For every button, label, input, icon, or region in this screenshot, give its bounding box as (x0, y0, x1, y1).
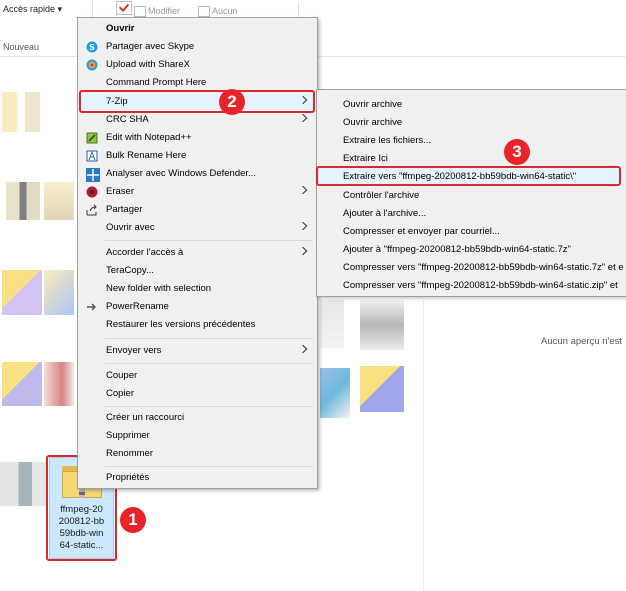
chevron-right-icon (298, 185, 308, 195)
menu-item-powerrename[interactable]: PowerRename (79, 298, 316, 316)
menu-item-teracopy[interactable]: TeraCopy... (79, 262, 316, 280)
quick-access-button[interactable]: Accès rapide ▾ (3, 4, 62, 15)
preview-pane-divider (423, 300, 424, 591)
blurred-file-icon (320, 300, 344, 348)
annotation-box-extract-to (316, 166, 621, 186)
blurred-file-icon (44, 270, 74, 315)
blurred-file-icon (320, 368, 350, 418)
blurred-file-icon (44, 182, 74, 220)
submenu-item-test-archive[interactable]: Contrôler l'archive (318, 186, 626, 204)
submenu-item-open-archive-2[interactable]: Ouvrir archive (318, 113, 626, 131)
submenu-item-extract-files[interactable]: Extraire les fichiers... (318, 131, 626, 149)
annotation-box-7zip (79, 90, 315, 113)
select-none-icon (198, 6, 210, 17)
menu-item-open-with[interactable]: Ouvrir avec (79, 219, 316, 237)
menu-item-send-to[interactable]: Envoyer vers (79, 342, 316, 360)
menu-item-open[interactable]: Ouvrir (79, 20, 316, 38)
menu-item-create-shortcut[interactable]: Créer un raccourci (79, 409, 316, 427)
blurred-file-icon (0, 462, 46, 506)
menu-item-new-folder-selection[interactable]: New folder with selection (79, 280, 316, 298)
checkbox-icon[interactable] (116, 1, 132, 15)
blurred-file-icon (44, 362, 74, 406)
menu-item-rename[interactable]: Renommer (79, 445, 316, 463)
menu-item-share-skype[interactable]: S Partager avec Skype (79, 38, 316, 56)
annotation-badge-1: 1 (120, 507, 146, 533)
menu-separator (105, 466, 313, 467)
powerrename-icon (86, 301, 98, 313)
eraser-icon (86, 186, 98, 198)
menu-item-copy[interactable]: Copier (79, 385, 316, 403)
skype-icon: S (86, 41, 98, 53)
menu-item-notepad[interactable]: Edit with Notepad++ (79, 129, 316, 147)
bulk-rename-icon (86, 150, 98, 162)
menu-separator (105, 363, 313, 364)
defender-icon (86, 168, 100, 182)
submenu-item-compress-zip-email[interactable]: Compresser vers "ffmpeg-20200812-bb59bdb… (318, 276, 626, 294)
svg-text:S: S (89, 43, 95, 52)
menu-separator (105, 338, 313, 339)
blurred-file-icon (360, 366, 404, 412)
menu-item-defender[interactable]: Analyser avec Windows Defender... (79, 165, 316, 183)
sharex-icon (86, 59, 98, 71)
submenu-item-open-archive[interactable]: Ouvrir archive (318, 95, 626, 113)
notepad-icon (86, 132, 98, 144)
chevron-right-icon (298, 246, 308, 256)
blurred-file-icon (6, 182, 40, 220)
submenu-item-add-to-archive[interactable]: Ajouter à l'archive... (318, 204, 626, 222)
annotation-badge-3: 3 (504, 139, 530, 165)
menu-item-bulk-rename[interactable]: Bulk Rename Here (79, 147, 316, 165)
menu-separator (105, 406, 313, 407)
menu-item-sharex[interactable]: Upload with ShareX (79, 56, 316, 74)
submenu-item-extract-here[interactable]: Extraire Ici (318, 149, 626, 167)
submenu-item-compress-7z-email[interactable]: Compresser vers "ffmpeg-20200812-bb59bdb… (318, 258, 626, 276)
edit-icon (134, 6, 146, 17)
menu-item-eraser[interactable]: Eraser (79, 183, 316, 201)
submenu-7zip: Ouvrir archive Ouvrir archive Extraire l… (316, 89, 626, 297)
modifier-button[interactable]: Modifier (148, 6, 180, 16)
menu-item-grant-access[interactable]: Accorder l'accès à (79, 244, 316, 262)
menu-item-restore-versions[interactable]: Restaurer les versions précédentes (79, 316, 316, 334)
blurred-file-icon (360, 300, 404, 350)
ribbon-group-new-label: Nouveau (3, 42, 40, 52)
submenu-item-add-to-7z[interactable]: Ajouter à "ffmpeg-20200812-bb59bdb-win64… (318, 240, 626, 258)
blurred-file-icon (2, 362, 42, 406)
chevron-right-icon (298, 113, 308, 123)
menu-item-cut[interactable]: Couper (79, 367, 316, 385)
menu-item-properties[interactable]: Propriétés (79, 469, 316, 487)
menu-item-share[interactable]: Partager (79, 201, 316, 219)
share-icon (86, 204, 98, 216)
submenu-item-compress-email[interactable]: Compresser et envoyer par courriel... (318, 222, 626, 240)
blurred-file-icon (2, 270, 42, 315)
annotation-badge-2: 2 (219, 89, 245, 115)
chevron-right-icon (298, 344, 308, 354)
menu-separator (105, 240, 313, 241)
context-menu: Ouvrir S Partager avec Skype Upload with… (77, 17, 318, 489)
blurred-file-icon (2, 92, 40, 132)
menu-item-crc-sha[interactable]: CRC SHA (79, 111, 316, 129)
preview-pane-text: Aucun aperçu n'est (541, 336, 623, 347)
select-none-button[interactable]: Aucun (212, 6, 238, 16)
chevron-right-icon (298, 221, 308, 231)
menu-item-delete[interactable]: Supprimer (79, 427, 316, 445)
